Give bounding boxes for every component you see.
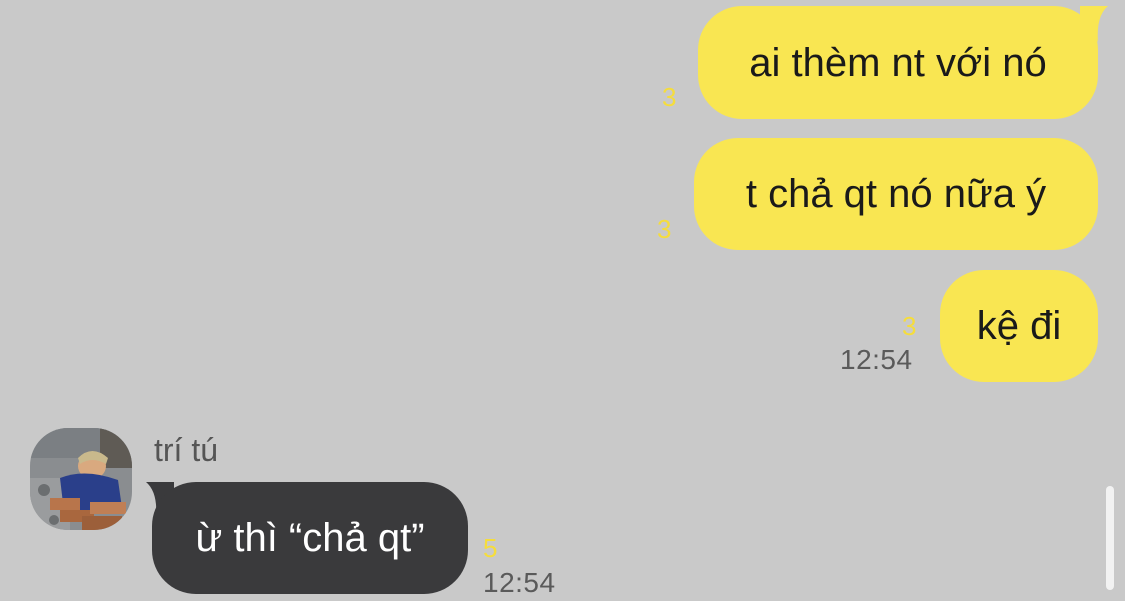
message-timestamp: 12:54 bbox=[483, 567, 556, 598]
avatar-photo-icon bbox=[30, 428, 132, 530]
unread-count: 3 bbox=[902, 311, 917, 341]
sent-message-bubble[interactable]: t chả qt nó nữa ý bbox=[694, 138, 1098, 250]
message-text: ừ thì “chả qt” bbox=[195, 516, 425, 560]
sender-name: trí tú bbox=[154, 432, 219, 468]
avatar[interactable] bbox=[30, 428, 132, 530]
bubble-tail-icon bbox=[1080, 6, 1108, 42]
received-message-bubble[interactable]: ừ thì “chả qt” bbox=[152, 482, 468, 594]
scrollbar[interactable] bbox=[1106, 486, 1114, 590]
message-text: t chả qt nó nữa ý bbox=[745, 172, 1047, 216]
unread-count: 5 bbox=[483, 533, 498, 563]
message-timestamp: 12:54 bbox=[840, 344, 913, 375]
message-text: kệ đi bbox=[976, 304, 1062, 348]
sent-message-bubble[interactable]: kệ đi bbox=[940, 270, 1098, 382]
unread-count: 3 bbox=[662, 82, 677, 112]
sent-message-bubble[interactable]: ai thèm nt với nó bbox=[698, 6, 1098, 119]
unread-count: 3 bbox=[657, 214, 672, 244]
message-text: ai thèm nt với nó bbox=[749, 40, 1047, 85]
